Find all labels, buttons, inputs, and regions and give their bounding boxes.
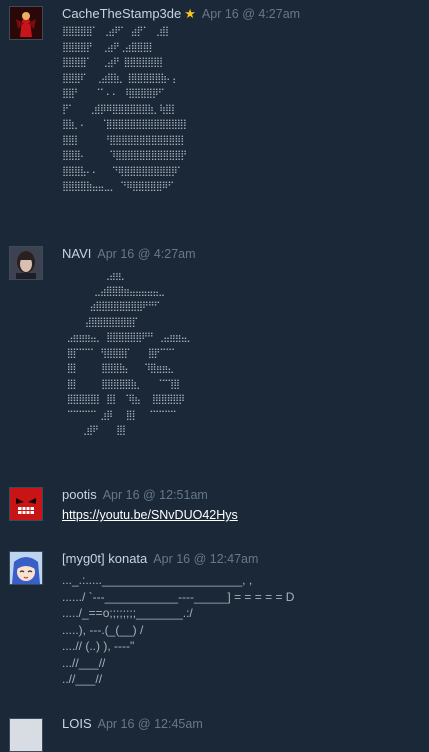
post-header: pootis Apr 16 @ 12:51am	[62, 487, 208, 503]
comment-post: LOIS Apr 16 @ 12:45am	[0, 716, 429, 752]
username[interactable]: pootis	[62, 487, 97, 502]
comment-post: NAVI Apr 16 @ 4:27am ⢀⣴⣶⡀ ⣀⣴⣿⣿⣿⣶⣤⣤⣤⣤⣤⣀ ⣴⣿…	[0, 246, 429, 471]
comment-post: pootis Apr 16 @ 12:51am https://youtu.be/…	[0, 487, 429, 537]
comment-line: .....), ---.(_(__) /	[62, 622, 144, 637]
comment-post: CacheTheStamp3de ★ Apr 16 @ 4:27am ⣿⣿⣿⣿⣿⠁ …	[0, 6, 429, 236]
comment-post: [myg0t] konata Apr 16 @ 12:47am ..._.:...…	[0, 551, 429, 701]
timestamp: Apr 16 @ 12:47am	[153, 552, 259, 566]
username[interactable]: CacheTheStamp3de	[62, 6, 181, 21]
username[interactable]: NAVI	[62, 246, 91, 261]
username[interactable]: [myg0t] konata	[62, 551, 147, 566]
timestamp: Apr 16 @ 4:27am	[201, 7, 301, 21]
timestamp: Apr 16 @ 12:45am	[97, 717, 203, 731]
comment-line: ..//___//	[62, 672, 103, 686]
comment-line: ...//___//	[62, 655, 106, 670]
post-header: [myg0t] konata Apr 16 @ 12:47am	[62, 551, 258, 567]
youtube-link[interactable]: https://youtu.be/SNvDUO42Hys	[62, 507, 238, 524]
comment-line: ..._.:....._____________________, ,	[62, 573, 253, 587]
star-icon: ★	[184, 6, 196, 21]
timestamp: Apr 16 @ 4:27am	[97, 247, 196, 261]
avatar[interactable]	[9, 718, 43, 752]
avatar-image	[10, 247, 42, 279]
comment-line: ....// (..) ), ----"	[62, 639, 135, 653]
ascii-art: ⢀⣴⣶⡀ ⣀⣴⣿⣿⣿⣶⣤⣤⣤⣤⣤⣀ ⣴⣿⣿⣿⣿⣿⣿⣿⣿⠟⠛⠋ ⣼⣿⣿⣿⣿⣿⣿⣿⡏…	[66, 270, 194, 436]
timestamp: Apr 16 @ 12:51am	[102, 488, 208, 502]
comment-line: ....../ `---___________----_____] = = = …	[62, 589, 295, 604]
comment-line: ...../_==o;;;;;;;;_______.:/	[62, 606, 193, 620]
avatar[interactable]	[9, 6, 43, 40]
avatar[interactable]	[9, 246, 43, 280]
post-header: CacheTheStamp3de ★ Apr 16 @ 4:27am	[62, 6, 300, 22]
post-header: NAVI Apr 16 @ 4:27am	[62, 246, 196, 262]
avatar[interactable]	[9, 551, 43, 585]
username[interactable]: LOIS	[62, 716, 92, 731]
ascii-art: ⣿⣿⣿⣿⣿⠁ ⢀⣴⠟⠁ ⣴⡟⠁ ⢀⣾⡇ ⣿⣿⣿⣿⡟ ⢀⣴⠟⢀⣴⣿⣿⣿⡇ ⣿⣿⣿⣿…	[62, 26, 190, 192]
avatar-image	[10, 488, 42, 520]
post-header: LOIS Apr 16 @ 12:45am	[62, 716, 203, 732]
avatar-image	[10, 552, 42, 584]
avatar-image	[10, 7, 42, 39]
avatar[interactable]	[9, 487, 43, 521]
